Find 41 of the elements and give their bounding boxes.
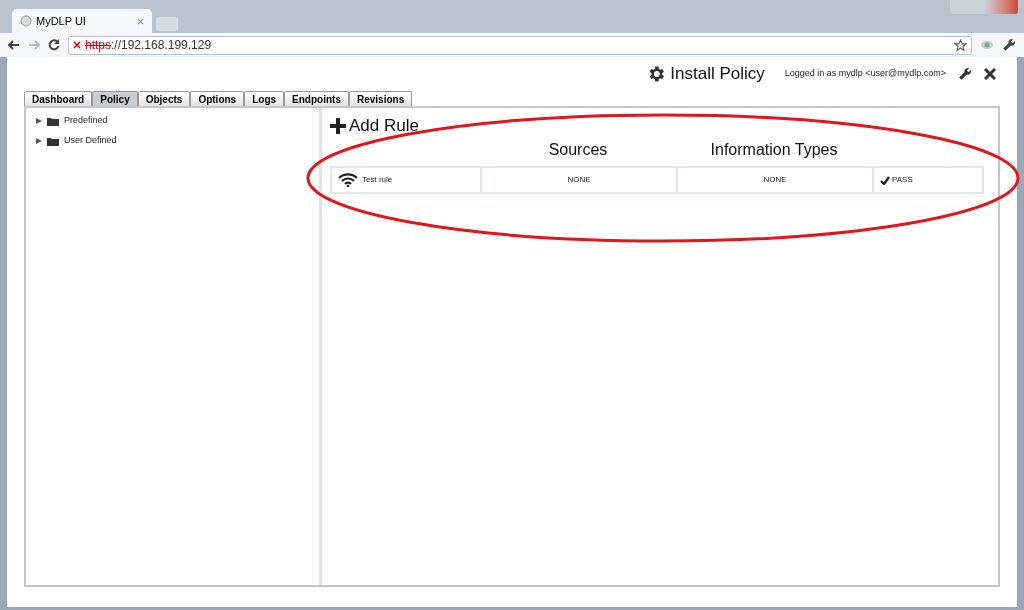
action-value: PASS [892, 174, 913, 186]
wrench-icon[interactable] [958, 67, 972, 81]
column-header: Sources [548, 140, 608, 160]
tree-label: Predefined [64, 114, 108, 128]
tab[interactable]: Policy [92, 91, 138, 106]
add-rule-button[interactable]: Add Rule [330, 116, 419, 136]
tree-label: User Defined [64, 134, 117, 148]
wrench-icon[interactable] [1002, 38, 1016, 52]
tree-item[interactable]: User Defined [36, 134, 319, 148]
wifi-icon [338, 173, 358, 187]
back-icon[interactable] [8, 40, 20, 50]
tab[interactable]: Logs [244, 91, 285, 106]
expand-icon[interactable] [36, 138, 42, 144]
tab[interactable]: Revisions [348, 91, 413, 106]
tab[interactable]: Objects [137, 91, 191, 106]
tab-title: MyDLP UI [36, 13, 87, 29]
globe-icon [20, 15, 32, 27]
login-text: Logged in as mydlp <user@mydlp.com> [784, 67, 946, 81]
insecure-icon [73, 41, 81, 49]
information-types-value: NONE [763, 174, 787, 186]
rule-name: Test rule [362, 174, 393, 186]
tab[interactable]: Endpoints [284, 91, 349, 106]
rule-row[interactable]: Test rule NONE NONE PASS [330, 166, 984, 194]
expand-icon[interactable] [36, 118, 42, 124]
browser-tab[interactable]: MyDLP UI [12, 9, 152, 33]
column-header: Information Types [710, 140, 838, 160]
address-bar[interactable]: https://192.168.199.129 [68, 35, 972, 55]
tree-item[interactable]: Predefined [36, 114, 319, 128]
plus-icon [330, 118, 346, 134]
folder-icon [47, 116, 59, 126]
url-text: https://192.168.199.129 [85, 37, 212, 54]
close-icon[interactable] [984, 68, 996, 80]
folder-icon [47, 136, 59, 146]
install-policy-button[interactable]: Install Policy [646, 61, 765, 87]
tab[interactable]: Options [190, 91, 245, 106]
tab[interactable]: Dashboard [24, 91, 93, 106]
sources-value: NONE [567, 174, 591, 186]
checkmark-icon [880, 175, 890, 185]
window-controls [950, 0, 1018, 14]
reload-icon[interactable] [48, 39, 60, 51]
star-icon[interactable] [954, 38, 967, 52]
